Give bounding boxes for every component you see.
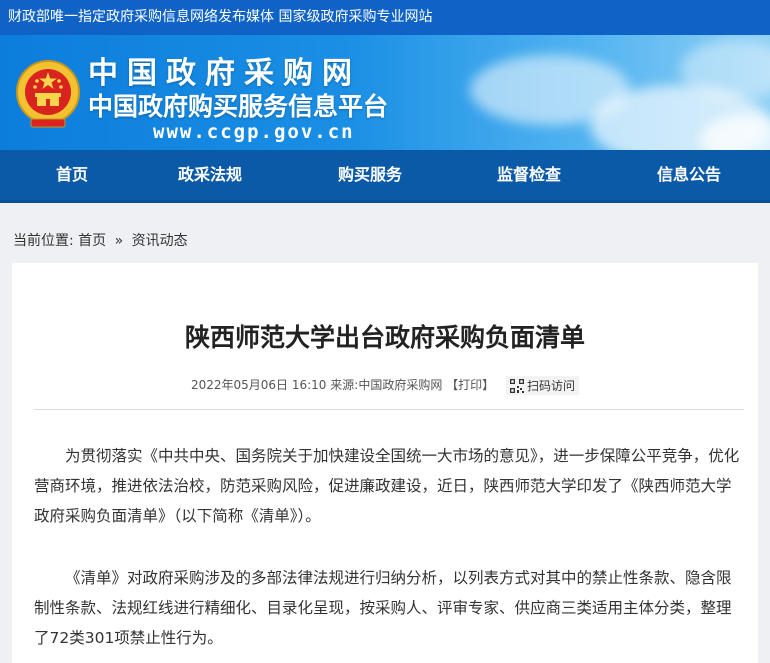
site-title: 中国政府采购网: [88, 56, 361, 91]
article-meta: 2022年05月06日 16:10 来源:中国政府采购网 【打印】 扫码访问: [12, 376, 758, 395]
nav-item-supervision[interactable]: 监督检查: [497, 150, 561, 200]
article-title: 陕西师范大学出台政府采购负面清单: [184, 323, 585, 352]
scan-visit-label: 扫码访问: [527, 379, 576, 393]
site-banner: 中国政府采购网 中国政府购买服务信息平台 www.ccgp.gov.cn: [0, 35, 770, 150]
nav-item-purchase-services[interactable]: 购买服务: [338, 150, 402, 200]
print-link[interactable]: 【打印】: [446, 378, 494, 392]
breadcrumb-home-link[interactable]: 首页: [78, 233, 106, 249]
site-url: www.ccgp.gov.cn: [153, 121, 355, 143]
nav-item-regulations[interactable]: 政采法规: [178, 150, 242, 200]
main-nav: 首页 政采法规 购买服务 监督检查 信息公告: [0, 150, 770, 203]
site-subtitle: 中国政府购买服务信息平台: [88, 92, 389, 121]
article-source: 来源:中国政府采购网: [330, 378, 443, 392]
breadcrumb-prefix: 当前位置:: [13, 233, 74, 249]
article-paragraph: 为贯彻落实《中共中央、国务院关于加快建设全国统一大市场的意见》，进一步保障公平竞…: [34, 447, 740, 525]
article-card: 陕西师范大学出台政府采购负面清单 2022年05月06日 16:10 来源:中国…: [12, 263, 758, 663]
breadcrumb: 当前位置: 首页 » 资讯动态: [13, 230, 188, 250]
national-emblem-icon[interactable]: [15, 59, 81, 129]
nav-item-home[interactable]: 首页: [56, 150, 88, 200]
breadcrumb-separator: »: [114, 233, 124, 249]
scan-visit-button[interactable]: 扫码访问: [506, 376, 580, 395]
top-bar-text: 财政部唯一指定政府采购信息网络发布媒体 国家级政府采购专业网站: [8, 9, 433, 25]
nav-item-announcements[interactable]: 信息公告: [657, 150, 721, 200]
qr-code-icon: [510, 379, 524, 393]
breadcrumb-current-link[interactable]: 资讯动态: [132, 233, 188, 249]
top-bar: 财政部唯一指定政府采购信息网络发布媒体 国家级政府采购专业网站: [0, 0, 770, 35]
article-paragraph: 《清单》对政府采购涉及的多部法律法规进行归纳分析，以列表方式对其中的禁止性条款、…: [34, 569, 732, 647]
meta-divider: [34, 409, 744, 410]
article-datetime: 2022年05月06日 16:10: [190, 378, 327, 392]
